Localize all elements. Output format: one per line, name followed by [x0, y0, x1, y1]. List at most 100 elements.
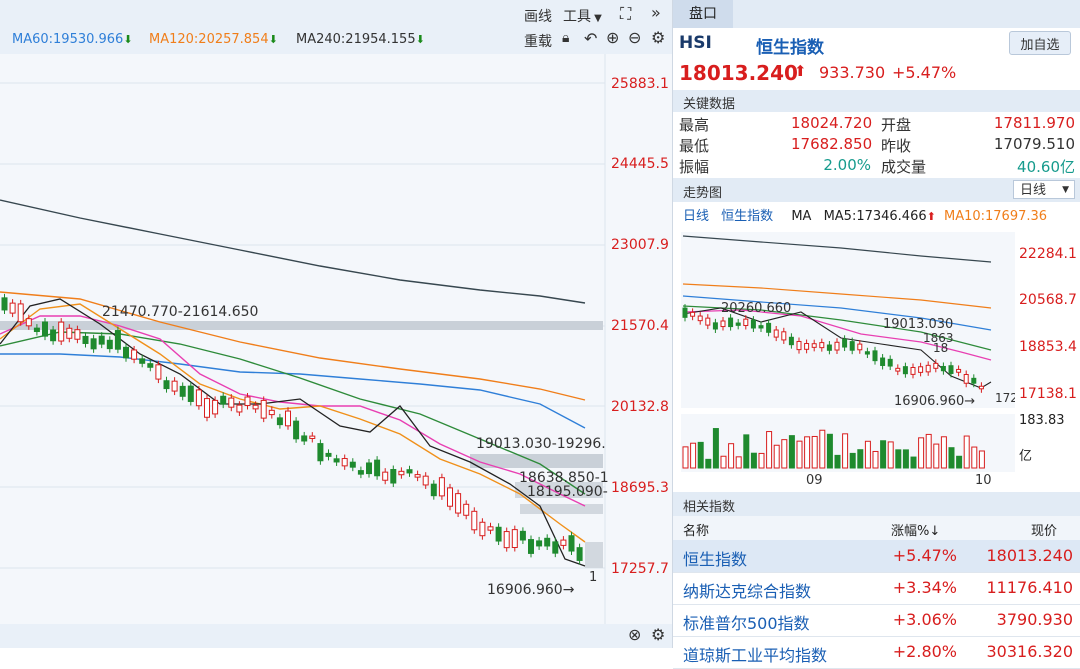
legend-name: 恒生指数 [721, 209, 774, 224]
volume-label: 成交量 [881, 158, 927, 176]
volume-bar [887, 441, 894, 469]
range-band [470, 454, 603, 468]
candle-body [750, 319, 756, 329]
volume-bar [804, 436, 811, 469]
candle-body [956, 368, 962, 373]
period-select[interactable]: 日线 ▼ [1013, 180, 1075, 199]
legend-ma10: MA10:17697.36 [943, 209, 1048, 224]
candle-body [682, 307, 688, 318]
open-value: 17811.970 [993, 114, 1075, 132]
candle-body [236, 404, 243, 413]
volume-bar [918, 437, 925, 469]
ma120-legend-text: MA120:20257.854 [149, 32, 269, 47]
candle-body [317, 443, 324, 462]
price-change: 933.730 [819, 63, 886, 82]
range-annotation-1: 21470.770-21614.650 [102, 304, 258, 320]
candle-body [123, 346, 129, 359]
amplitude-label: 振幅 [679, 158, 710, 176]
chart-toolbar: 画线 工具 ▼ ⛶ » [0, 0, 672, 28]
related-row[interactable]: 道琼斯工业平均指数 +2.80% 30316.320 [673, 636, 1080, 669]
candle-body [781, 331, 787, 341]
candle-body [139, 358, 146, 364]
candle-body [705, 317, 711, 326]
settings-gear-icon[interactable]: ⚙ [651, 28, 665, 47]
range-annotation-2: 19013.030-19296. [476, 436, 606, 452]
candle-body [374, 459, 381, 477]
trend-title: 走势图 [683, 186, 723, 201]
volume-bar [743, 434, 750, 469]
ma30-line [0, 331, 586, 495]
related-row[interactable]: 标准普尔500指数 +3.06% 3790.930 [673, 604, 1080, 637]
mini-x-tick: 09 [806, 473, 823, 488]
candle-body [910, 366, 916, 375]
candlestick-chart[interactable]: 21470.770-21614.650 19013.030-19296. 186… [0, 54, 672, 624]
settings-gear-icon[interactable]: ⚙ [651, 625, 665, 644]
col-price[interactable]: 现价 [1031, 520, 1057, 539]
candlestick-svg: 21470.770-21614.650 19013.030-19296. 186… [0, 54, 609, 624]
volume-bar [705, 458, 712, 469]
candle-body [276, 417, 283, 426]
candle-body [758, 325, 764, 329]
candle-body [147, 363, 154, 368]
quote-panel: 盘口 HSI 恒生指数 加自选 18013.240 ⬆ 933.730 +5.4… [672, 0, 1080, 669]
candle-body [406, 469, 413, 474]
draw-line-button[interactable]: 画线 [524, 6, 552, 26]
reload-button[interactable]: 重载 [524, 31, 552, 51]
collapse-panel-icon[interactable]: » [651, 3, 661, 22]
fullscreen-icon[interactable]: ⛶ [620, 4, 631, 24]
volume-bar [834, 454, 841, 469]
candle-body [568, 535, 575, 552]
tools-label: 工具 [563, 9, 591, 25]
candle-body [414, 474, 421, 478]
low-annotation: 16906.960→ [487, 582, 575, 598]
candle-body [98, 335, 105, 345]
candle-body [155, 364, 162, 380]
candle-body [333, 458, 340, 463]
volume-bar [948, 447, 955, 469]
col-name[interactable]: 名称 [683, 520, 709, 539]
chart-bottom-bar: ⊗ ⚙ [0, 624, 672, 648]
lock-icon[interactable]: 🔒︎ [562, 30, 569, 46]
volume-bar [773, 444, 780, 469]
tab-pankou[interactable]: 盘口 [673, 0, 733, 28]
zoom-in-icon[interactable]: ⊕ [606, 28, 619, 47]
candle-body [811, 343, 817, 348]
mini-trend-chart: 20260.660 19013.030 1863 18 16906.960→ 1… [681, 232, 1015, 488]
candle-body [728, 317, 734, 328]
undo-icon[interactable]: ↶ [584, 29, 597, 48]
related-price: 30316.320 [986, 642, 1073, 661]
candle-body [82, 335, 89, 344]
candle-body [114, 330, 121, 350]
candle-body [17, 303, 24, 323]
volume-bar [857, 449, 864, 469]
mini-annotation-5: 16906.960→ [894, 394, 975, 409]
down-arrow-icon: ⬇ [123, 33, 133, 46]
candle-body [511, 529, 518, 549]
mini-annotation-1: 20260.660 [721, 301, 791, 316]
high-label: 最高 [679, 116, 710, 134]
candle-body [963, 373, 969, 384]
volume-value: 40.60亿 [1017, 158, 1075, 176]
add-favorite-button[interactable]: 加自选 [1009, 31, 1071, 55]
related-row[interactable]: 恒生指数 +5.47% 18013.240 [673, 540, 1080, 573]
candle-body [285, 410, 291, 427]
trend-legend: 日线 恒生指数 MA MA5:17346.466⬆ MA10:17697.36 [683, 205, 1047, 224]
col-change-pct[interactable]: 涨幅%↓ [891, 520, 940, 539]
close-icon[interactable]: ⊗ [628, 625, 641, 644]
zoom-out-icon[interactable]: ⊖ [628, 28, 641, 47]
candle-body [933, 362, 939, 369]
candle-body [503, 531, 510, 549]
candle-body [880, 357, 886, 366]
amplitude-value: 2.00% [823, 156, 871, 174]
down-arrow-icon: ⬇ [268, 33, 278, 46]
mini-annotation-6: 17252 [995, 391, 1015, 405]
candle-body [438, 477, 445, 497]
volume-bar [697, 441, 704, 469]
volume-bar [925, 433, 932, 469]
related-price: 18013.240 [986, 546, 1073, 565]
candle-body [519, 530, 526, 541]
mini-x-tick: 10 [975, 473, 992, 488]
tools-menu-button[interactable]: 工具 ▼ [563, 6, 602, 26]
candle-body [50, 329, 57, 342]
related-row[interactable]: 纳斯达克综合指数 +3.34% 11176.410 [673, 572, 1080, 605]
